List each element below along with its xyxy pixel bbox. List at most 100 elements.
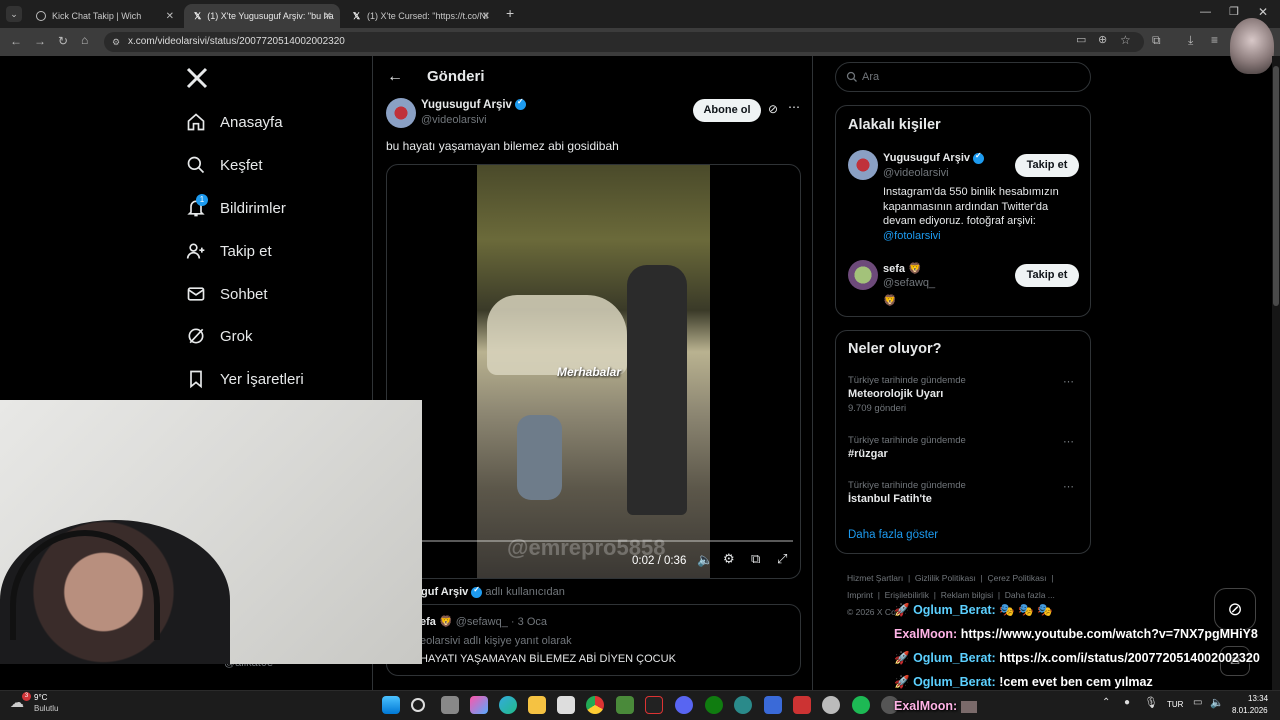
copilot-icon[interactable]: [470, 696, 488, 714]
volume-icon[interactable]: 🔈: [697, 552, 713, 568]
tab-list-dropdown[interactable]: ⌄: [6, 6, 22, 22]
person-name[interactable]: sefa 🦁: [883, 262, 922, 275]
reload-icon[interactable]: ↻: [58, 34, 68, 48]
bio-link[interactable]: @fotolarsivi: [883, 230, 941, 242]
volume-icon[interactable]: 🔈: [1210, 696, 1224, 709]
trend-item[interactable]: Türkiye tarihinde gündemde Meteorolojik …: [848, 375, 1080, 421]
clock-time[interactable]: 13:34: [1248, 694, 1268, 703]
spotify-icon[interactable]: [852, 696, 870, 714]
reading-list-icon[interactable]: ≡: [1211, 33, 1218, 47]
chrome-icon[interactable]: [586, 696, 604, 714]
quoted-reply[interactable]: efa 🦁 @sefawq_ · 3 Oca eolarsivi adlı ki…: [386, 604, 801, 676]
footer-link[interactable]: Erişilebilirlik: [885, 590, 929, 600]
cast-icon[interactable]: ▭: [1076, 33, 1086, 46]
task-view-icon[interactable]: [441, 696, 459, 714]
globe-app-icon[interactable]: [734, 696, 752, 714]
grok-float-button[interactable]: ⊘: [1214, 588, 1256, 630]
author-avatar[interactable]: [386, 98, 416, 128]
language-indicator[interactable]: TUR: [1167, 700, 1183, 709]
person-name[interactable]: Yugusuguf Arşiv: [883, 151, 984, 164]
search-box[interactable]: Ara: [835, 62, 1091, 92]
follow-button[interactable]: Takip et: [1015, 154, 1079, 177]
trends-panel: Neler oluyor? Türkiye tarihinde gündemde…: [835, 330, 1091, 554]
settings-icon[interactable]: ⚙: [723, 551, 735, 567]
video-player[interactable]: Merhabalar @emrepro5858 0:02 / 0:36 🔈 ⚙ …: [386, 164, 801, 579]
nav-follow[interactable]: Takip et: [186, 241, 272, 261]
footer-link[interactable]: Imprint: [847, 590, 873, 600]
footer-link[interactable]: Daha fazla ...: [1005, 590, 1055, 600]
nav-bookmarks[interactable]: Yer İşaretleri: [186, 369, 304, 389]
bookmark-star-icon[interactable]: ☆: [1120, 33, 1131, 47]
trend-item[interactable]: Türkiye tarihinde gündemde İstanbul Fati…: [848, 480, 1080, 514]
scrollbar-thumb[interactable]: [1273, 66, 1279, 306]
trend-item[interactable]: Türkiye tarihinde gündemde #rüzgar ⋯: [848, 435, 1080, 469]
store-icon[interactable]: [557, 696, 575, 714]
close-icon[interactable]: ✕: [324, 11, 332, 22]
back-icon[interactable]: ←: [10, 34, 22, 48]
footer-link[interactable]: Hizmet Şartları: [847, 573, 903, 583]
page-title: Gönderi: [427, 68, 485, 85]
restore-icon[interactable]: ❐: [1229, 5, 1239, 18]
footer-link[interactable]: Çerez Politikası: [987, 573, 1046, 583]
tray-chevron-icon[interactable]: ⌃: [1102, 697, 1110, 708]
search-icon[interactable]: [411, 698, 425, 712]
download-icon[interactable]: ⤓: [1188, 33, 1193, 48]
new-tab-button[interactable]: +: [506, 5, 514, 21]
footer-link[interactable]: Gizlilik Politikası: [915, 573, 976, 583]
person-avatar[interactable]: [848, 260, 878, 290]
forward-icon[interactable]: →: [34, 34, 46, 48]
close-icon[interactable]: ✕: [166, 11, 174, 22]
follow-button[interactable]: Takip et: [1015, 264, 1079, 287]
more-options-icon[interactable]: ⋯: [1063, 375, 1074, 388]
nav-explore[interactable]: Keşfet: [186, 155, 263, 175]
tab-kick-chat[interactable]: Kick Chat Takip | Wich ✕: [26, 4, 182, 28]
discord-icon[interactable]: [675, 696, 693, 714]
x-logo[interactable]: [185, 66, 209, 90]
clock-date[interactable]: 8.01.2026: [1232, 706, 1268, 715]
extensions-icon[interactable]: ⧉: [1152, 33, 1161, 48]
nav-grok[interactable]: Grok: [186, 326, 253, 346]
address-bar[interactable]: ⚙ x.com/videolarsivi/status/200772051400…: [104, 32, 1144, 52]
window-close-icon[interactable]: ✕: [1258, 5, 1268, 19]
grok-explain-icon[interactable]: ⊘: [768, 102, 778, 116]
more-options-icon[interactable]: ⋯: [788, 100, 800, 114]
tray-app-icon[interactable]: ●: [1124, 697, 1130, 708]
network-icon[interactable]: ▭: [1193, 697, 1202, 708]
pip-icon[interactable]: ⧉: [751, 551, 760, 567]
tab-cursed[interactable]: 𝕏 (1) X'te Cursed: "https://t.co/Nl ✕: [342, 4, 498, 28]
start-icon[interactable]: [382, 696, 400, 714]
nav-chat[interactable]: Sohbet: [186, 284, 268, 304]
back-arrow-icon[interactable]: ←: [387, 68, 403, 86]
kick-app-icon[interactable]: [645, 696, 663, 714]
minecraft-icon[interactable]: [616, 696, 634, 714]
more-options-icon[interactable]: ⋯: [1063, 480, 1074, 493]
footer-link[interactable]: Reklam bilgisi: [941, 590, 993, 600]
site-info-icon[interactable]: ⚙: [112, 32, 120, 52]
from-user-name[interactable]: guf Arşiv: [421, 586, 468, 598]
app-icon[interactable]: [764, 696, 782, 714]
minimize-icon[interactable]: —: [1200, 6, 1211, 18]
tab-yugusuguf[interactable]: 𝕏 (1) X'te Yugusuguf Arşiv: "bu ha ✕: [184, 4, 340, 28]
video-progress-bar[interactable]: [395, 540, 793, 542]
person-avatar[interactable]: [848, 150, 878, 180]
video-time: 0:02 / 0:36: [632, 555, 687, 567]
app-icon[interactable]: [793, 696, 811, 714]
edge-icon[interactable]: [499, 696, 517, 714]
fullscreen-icon[interactable]: ⤢: [777, 551, 787, 567]
close-icon[interactable]: ✕: [482, 11, 490, 22]
microphone-icon[interactable]: 🎙: [1144, 696, 1158, 709]
home-icon[interactable]: ⌂: [81, 33, 88, 47]
person-handle: @sefawq_: [883, 277, 936, 289]
nav-notifications[interactable]: Bildirimler 1: [186, 194, 286, 218]
xbox-icon[interactable]: [705, 696, 723, 714]
zoom-icon[interactable]: ⊕: [1098, 33, 1107, 46]
author-name[interactable]: Yugusuguf Arşiv: [421, 97, 526, 111]
more-options-icon[interactable]: ⋯: [1063, 435, 1074, 448]
show-more-link[interactable]: Daha fazla göster: [848, 529, 938, 541]
subscribe-button[interactable]: Abone ol: [693, 99, 761, 122]
file-explorer-icon[interactable]: [528, 696, 546, 714]
nav-home[interactable]: Anasayfa: [186, 112, 283, 132]
app-icon[interactable]: [822, 696, 840, 714]
author-handle[interactable]: @videolarsivi: [421, 114, 487, 126]
page-scrollbar[interactable]: [1272, 56, 1280, 690]
